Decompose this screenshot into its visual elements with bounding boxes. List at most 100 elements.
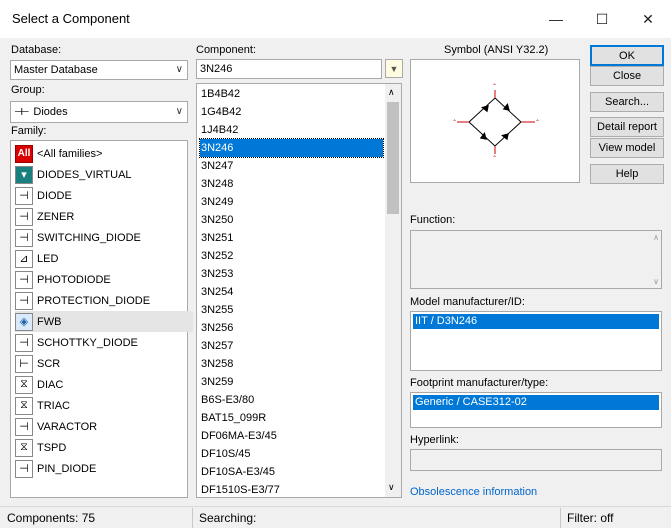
component-item[interactable]: DF10S/45 xyxy=(200,445,383,463)
component-item[interactable]: 3N247 xyxy=(200,157,383,175)
obsolescence-link[interactable]: Obsolescence information xyxy=(410,486,537,498)
chevron-down-icon: ∨ xyxy=(175,64,183,75)
bridge-rectifier-symbol: ⌃ ⌃ ⌃ ⌃ xyxy=(452,83,540,162)
family-item[interactable]: All <All families> xyxy=(15,143,193,164)
status-divider xyxy=(0,506,671,507)
component-item[interactable]: B6S-E3/80 xyxy=(200,391,383,409)
database-value: Master Database xyxy=(14,64,98,76)
family-item[interactable]: ▾ DIODES_VIRTUAL xyxy=(15,164,193,185)
family-item-label: DIODE xyxy=(37,189,72,202)
model-label: Model manufacturer/ID: xyxy=(410,296,525,308)
triac-icon: ⧖ xyxy=(15,396,33,415)
family-item[interactable]: ⊣ PROTECTION_DIODE xyxy=(15,290,193,311)
family-item-label: PIN_DIODE xyxy=(37,462,97,475)
family-item[interactable]: ⊣ PHOTODIODE xyxy=(15,269,193,290)
component-item[interactable]: 3N252 xyxy=(200,247,383,265)
scr-icon: ⊢ xyxy=(15,354,33,373)
scroll-up-icon[interactable]: ∧ xyxy=(388,87,395,98)
component-list[interactable]: 1B4B42 1G4B42 1J4B42 3N246 3N247 3N248 3N249 3N… xyxy=(196,83,402,498)
filter-button[interactable]: ▼ xyxy=(385,59,403,78)
component-item[interactable]: 3N253 xyxy=(200,265,383,283)
group-select[interactable]: ⊣⊢ Diodes ∨ xyxy=(10,101,188,123)
scroll-thumb[interactable] xyxy=(387,102,399,214)
diode-virtual-icon: ▾ xyxy=(15,165,33,184)
database-select[interactable]: Master Database ∨ xyxy=(10,60,188,80)
schottky-icon: ⊣ xyxy=(15,333,33,352)
family-item[interactable]: ◈ FWB xyxy=(15,311,193,332)
component-label: Component: xyxy=(196,44,256,56)
function-label: Function: xyxy=(410,214,456,226)
footprint-list[interactable]: Generic / CASE312-02 xyxy=(410,392,662,428)
component-item[interactable]: 3N246 xyxy=(199,138,384,158)
minimize-icon: — xyxy=(549,11,563,27)
hyperlink-field xyxy=(410,449,662,471)
component-item[interactable]: 3N258 xyxy=(200,355,383,373)
component-item[interactable]: 3N254 xyxy=(200,283,383,301)
family-item[interactable]: ⊣ SWITCHING_DIODE xyxy=(15,227,193,248)
status-searching: Searching: xyxy=(199,511,257,525)
component-item[interactable]: BAT15_099R xyxy=(200,409,383,427)
component-item[interactable]: DF10SA-E3/45 xyxy=(200,463,383,481)
svg-text:⌃: ⌃ xyxy=(535,119,540,126)
component-item[interactable]: 3N255 xyxy=(200,301,383,319)
footprint-selected-item[interactable]: Generic / CASE312-02 xyxy=(413,395,659,410)
detail-report-button[interactable]: Detail report xyxy=(590,117,664,137)
family-item-label: VARACTOR xyxy=(37,420,98,433)
family-item-label: <All families> xyxy=(37,147,103,160)
family-item[interactable]: ⊿ LED xyxy=(15,248,193,269)
photodiode-icon: ⊣ xyxy=(15,270,33,289)
footprint-label: Footprint manufacturer/type: xyxy=(410,377,549,389)
family-item-label: TSPD xyxy=(37,441,67,454)
view-model-button[interactable]: View model xyxy=(590,138,664,158)
ok-button[interactable]: OK xyxy=(590,45,664,66)
close-button[interactable]: Close xyxy=(590,66,664,86)
family-item-label: PROTECTION_DIODE xyxy=(37,294,151,307)
family-item[interactable]: ⊢ SCR xyxy=(15,353,193,374)
maximize-button[interactable]: ☐ xyxy=(579,0,625,38)
model-list[interactable]: IIT / D3N246 xyxy=(410,311,662,371)
family-item-label: SWITCHING_DIODE xyxy=(37,231,141,244)
family-item[interactable]: ⧖ DIAC xyxy=(15,374,193,395)
close-icon: ✕ xyxy=(642,10,654,27)
search-button[interactable]: Search... xyxy=(590,92,664,112)
family-item[interactable]: ⊣ VARACTOR xyxy=(15,416,193,437)
component-item[interactable]: 1G4B42 xyxy=(200,103,383,121)
component-item[interactable]: 3N249 xyxy=(200,193,383,211)
family-label: Family: xyxy=(11,125,47,137)
status-separator xyxy=(560,508,561,528)
family-item[interactable]: ⊣ ZENER xyxy=(15,206,193,227)
component-item[interactable]: DF06MA-E3/45 xyxy=(200,427,383,445)
help-button[interactable]: Help xyxy=(590,164,664,184)
family-item-label: DIAC xyxy=(37,378,64,391)
component-item[interactable]: DF1510S-E3/77 xyxy=(200,481,383,497)
minimize-button[interactable]: — xyxy=(533,0,579,38)
component-search-input[interactable]: 3N246 xyxy=(196,59,382,79)
component-item[interactable]: 1J4B42 xyxy=(200,121,383,139)
model-selected-item[interactable]: IIT / D3N246 xyxy=(413,314,659,329)
component-item[interactable]: 3N257 xyxy=(200,337,383,355)
group-label: Group: xyxy=(11,84,45,96)
symbol-preview: ⌃ ⌃ ⌃ ⌃ xyxy=(410,59,580,183)
family-list[interactable]: All <All families> ▾ DIODES_VIRTUAL ⊣ DIODE ⊣ Z… xyxy=(10,140,193,498)
component-item[interactable]: 3N248 xyxy=(200,175,383,193)
zener-icon: ⊣ xyxy=(15,207,33,226)
status-filter: Filter: off xyxy=(567,511,614,525)
family-item[interactable]: ⊣ DIODE xyxy=(15,185,193,206)
component-item[interactable]: 3N251 xyxy=(200,229,383,247)
family-item[interactable]: ⧖ TRIAC xyxy=(15,395,193,416)
family-item[interactable]: ⧖ TSPD xyxy=(15,437,193,458)
scroll-down-icon: ∨ xyxy=(653,277,659,286)
family-item[interactable]: ⊣ PIN_DIODE xyxy=(15,458,193,479)
component-item[interactable]: 3N256 xyxy=(200,319,383,337)
scroll-down-icon[interactable]: ∨ xyxy=(388,482,395,493)
group-value: Diodes xyxy=(33,106,68,118)
close-window-button[interactable]: ✕ xyxy=(625,0,671,38)
symbol-label: Symbol (ANSI Y32.2) xyxy=(444,44,549,56)
maximize-icon: ☐ xyxy=(595,10,609,27)
component-item[interactable]: 1B4B42 xyxy=(200,85,383,103)
component-item[interactable]: 3N259 xyxy=(200,373,383,391)
component-item[interactable]: 3N250 xyxy=(200,211,383,229)
component-scrollbar[interactable]: ∧ ∨ xyxy=(385,84,401,497)
function-field: ∧ ∨ xyxy=(410,230,662,289)
family-item[interactable]: ⊣ SCHOTTKY_DIODE xyxy=(15,332,193,353)
